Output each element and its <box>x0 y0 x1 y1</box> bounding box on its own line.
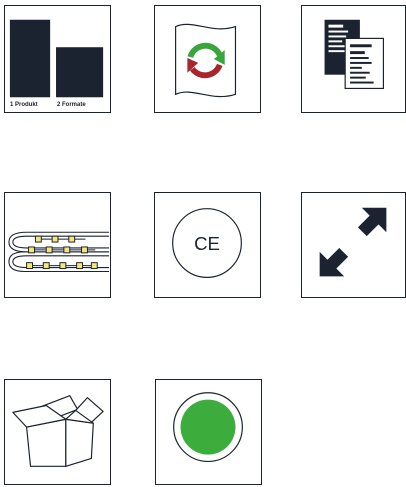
green-dot-icon <box>173 392 243 463</box>
status-tile <box>155 379 262 485</box>
box-tile <box>4 379 111 485</box>
format-tile: 1 Produkt 2 Formate <box>4 5 111 113</box>
two-formats-icon <box>9 19 104 98</box>
format-label-product: 1 Produkt <box>10 102 38 108</box>
expand-tile <box>301 192 406 298</box>
format-label-formats: 2 Formate <box>57 102 86 108</box>
refresh-cycle-icon <box>175 23 237 98</box>
led-strip-tile <box>4 192 111 298</box>
refresh-tile <box>154 5 261 113</box>
ce-mark-text: CE <box>194 233 220 254</box>
open-box-icon <box>12 395 104 467</box>
ce-tile: CE <box>154 192 261 298</box>
led-strip-icon <box>8 231 110 273</box>
documents-tile <box>301 5 406 113</box>
expand-arrows-icon <box>319 207 387 277</box>
ce-mark-icon: CE <box>172 208 242 278</box>
documents-icon <box>324 19 385 90</box>
